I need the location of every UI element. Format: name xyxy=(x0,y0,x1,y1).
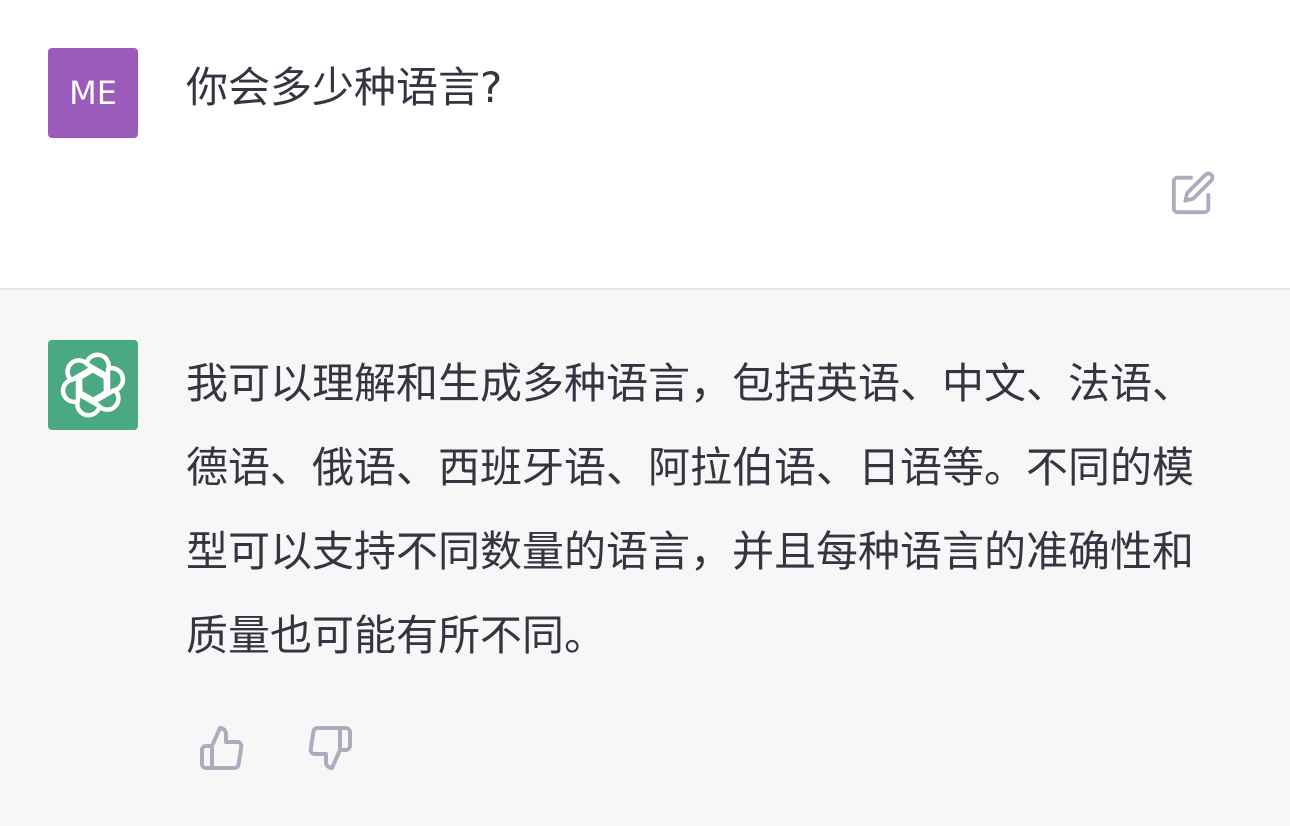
assistant-message-text: 我可以理解和生成多种语言，包括英语、中文、法语、德语、俄语、西班牙语、阿拉伯语、… xyxy=(186,359,1195,660)
edit-icon xyxy=(1171,171,1215,215)
user-message-row: ME 你会多少种语言? xyxy=(0,0,1290,288)
user-avatar-initials: ME xyxy=(69,74,117,112)
user-avatar: ME xyxy=(48,48,138,138)
thumbs-down-icon xyxy=(308,726,352,770)
assistant-message-row: 我可以理解和生成多种语言，包括英语、中文、法语、德语、俄语、西班牙语、阿拉伯语、… xyxy=(0,290,1290,826)
thumbs-up-button[interactable] xyxy=(194,720,250,776)
assistant-avatar xyxy=(48,340,138,430)
edit-message-button[interactable] xyxy=(1168,168,1218,218)
openai-logo-icon xyxy=(60,352,126,418)
thumbs-up-icon xyxy=(200,726,244,770)
thumbs-down-button[interactable] xyxy=(302,720,358,776)
user-message-text: 你会多少种语言? xyxy=(186,63,503,112)
